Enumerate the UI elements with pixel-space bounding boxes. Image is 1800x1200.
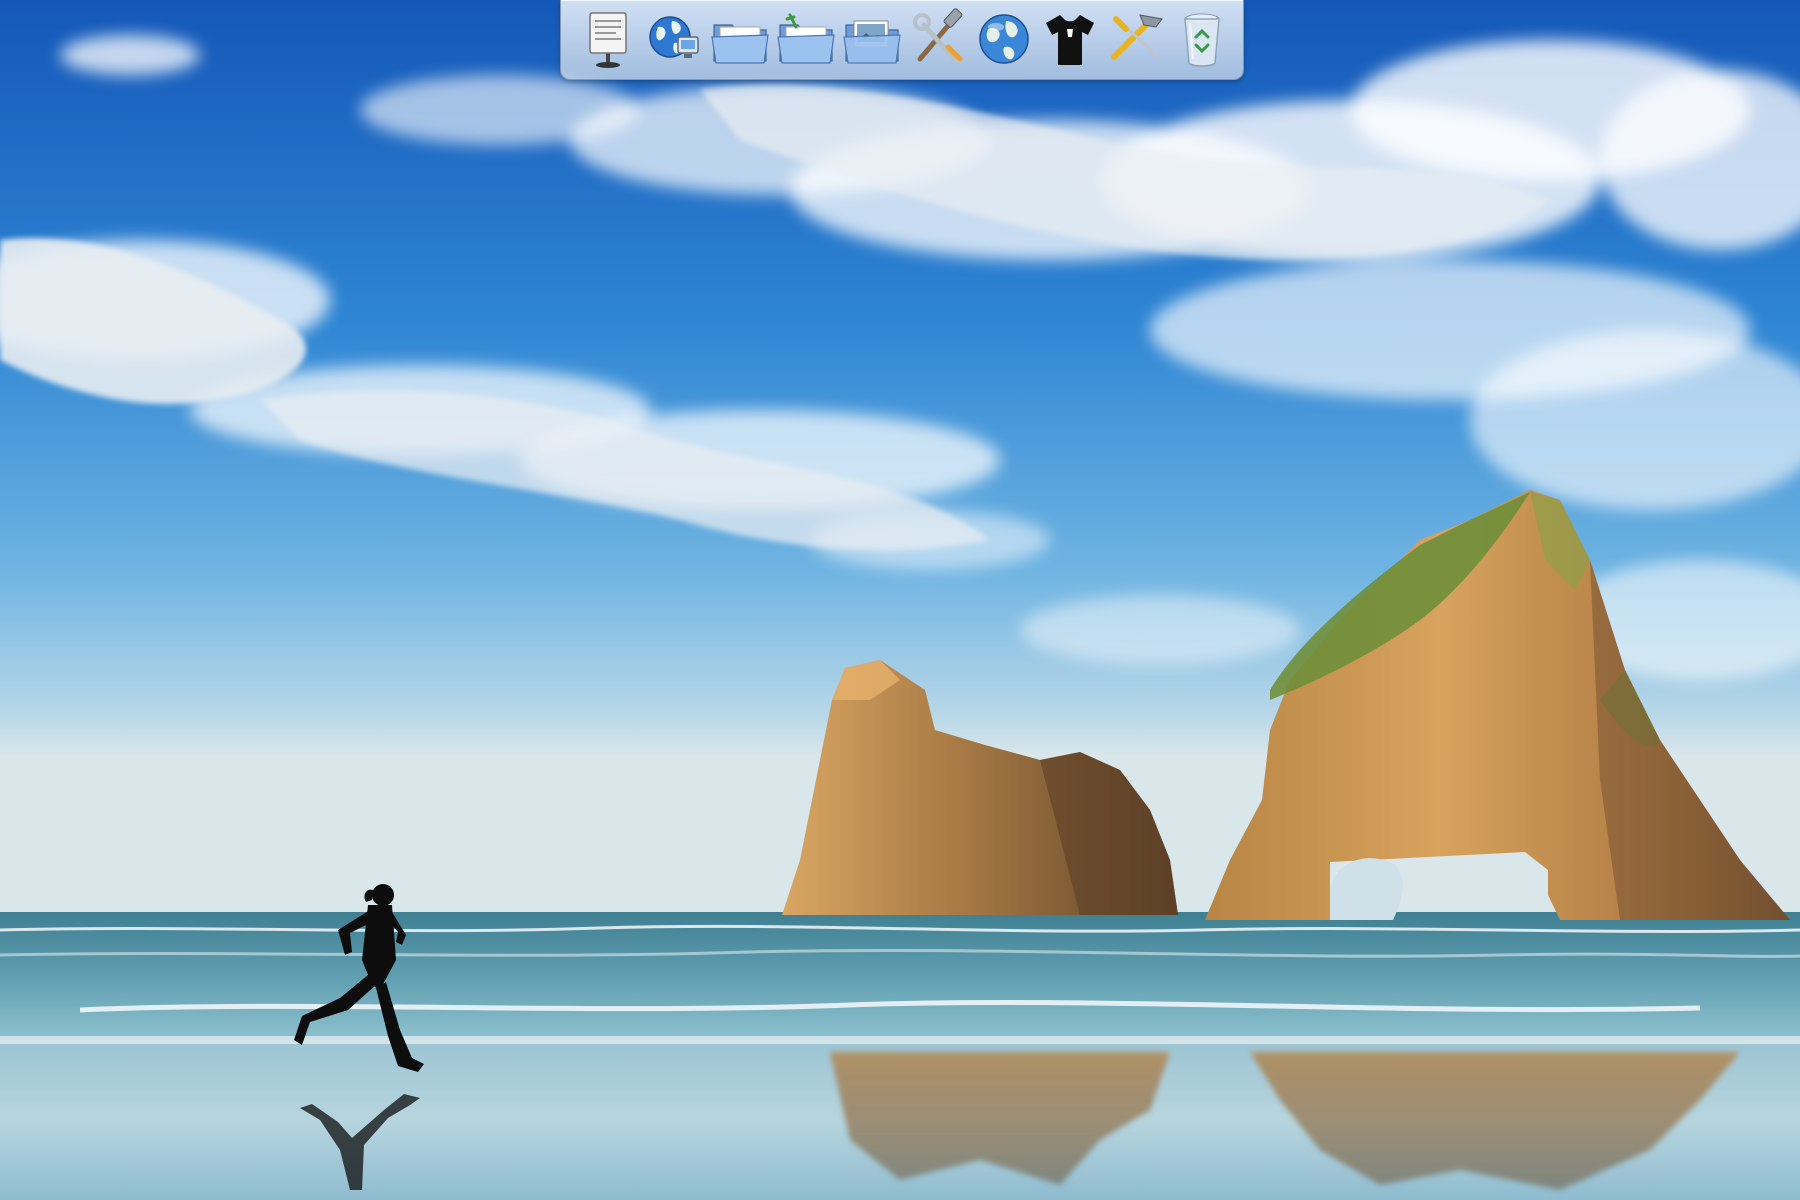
document-stand-icon — [589, 12, 627, 68]
dock-item-internet[interactable] — [973, 6, 1035, 72]
folder-pictures-icon — [843, 20, 901, 64]
tshirt-icon — [1046, 15, 1094, 65]
hammer-screwdriver-icon — [1111, 14, 1163, 60]
recycle-bin-icon — [1184, 13, 1220, 67]
dock-item-shirt[interactable] — [1039, 6, 1101, 72]
globe-icon — [979, 14, 1029, 64]
dock-bar — [560, 0, 1244, 80]
dock-item-recycle-bin[interactable] — [1171, 6, 1233, 72]
dock-item-documents[interactable] — [577, 6, 639, 72]
dock-item-folder[interactable] — [709, 6, 771, 72]
globe-computer-icon — [649, 16, 699, 58]
dock-item-network[interactable] — [643, 6, 705, 72]
desktop — [0, 0, 1800, 1200]
folder-icon — [711, 24, 769, 64]
hammer-wrench-icon — [913, 8, 963, 62]
dock-item-tools-folder[interactable] — [775, 6, 837, 72]
desktop-wallpaper — [0, 0, 1800, 1200]
dock-item-utilities[interactable] — [907, 6, 969, 72]
folder-tools-icon — [777, 13, 835, 64]
dock-item-settings[interactable] — [1105, 6, 1167, 72]
dock-item-pictures-folder[interactable] — [841, 6, 903, 72]
